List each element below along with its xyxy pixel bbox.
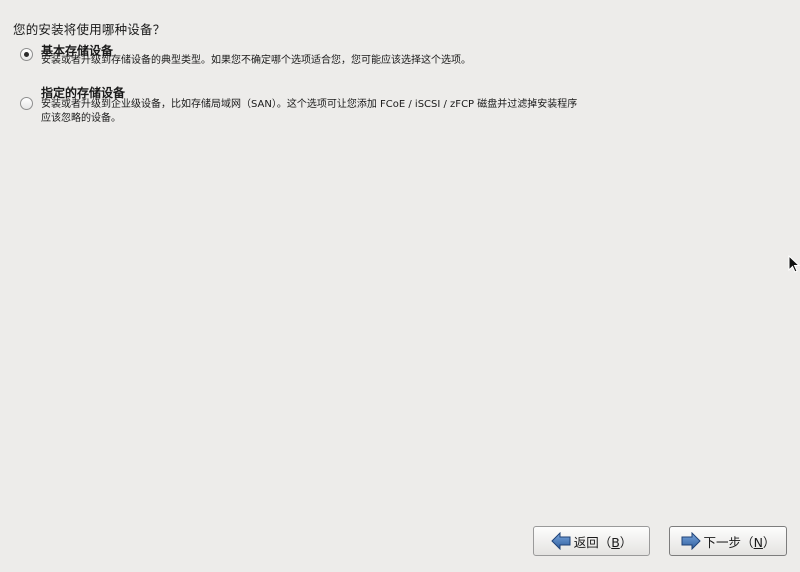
radio-specialized-storage[interactable] [20, 97, 33, 110]
description-line-1: 安装或者升级到企业级设备，比如存储局域网（SAN）。这个选项可让您添加 FCoE… [41, 99, 578, 110]
back-button[interactable]: 返回（B） [533, 526, 650, 556]
arrow-left-icon [550, 532, 571, 550]
next-button[interactable]: 下一步（N） [669, 526, 787, 556]
mouse-pointer-icon [788, 255, 800, 273]
device-question-label: 您的安装将使用哪种设备？ [13, 22, 166, 37]
back-button-label: 返回（B） [573, 534, 633, 550]
option-specialized-storage-description: 安装或者升级到企业级设备，比如存储局域网（SAN）。这个选项可让您添加 FCoE… [41, 98, 577, 126]
arrow-right-icon [681, 532, 701, 550]
radio-selected-dot [24, 52, 29, 57]
option-basic-storage-description: 安装或者升级到存储设备的典型类型。如果您不确定哪个选项适合您，您可能应该选择这个… [41, 55, 471, 66]
next-button-label: 下一步（N） [703, 534, 776, 550]
radio-basic-storage[interactable] [20, 48, 33, 61]
description-line-2: 应该忽略的设备。 [41, 113, 121, 124]
